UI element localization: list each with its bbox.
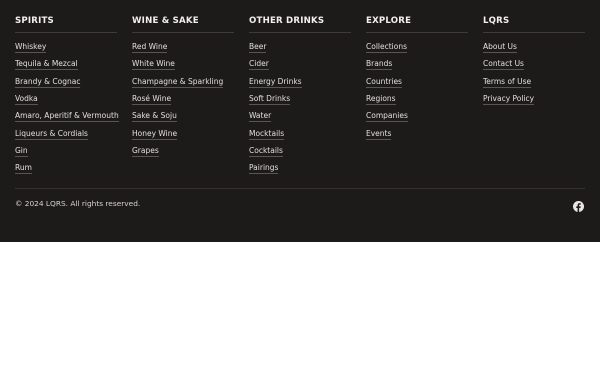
- copyright-text: © 2024 LQRS. All rights reserved.: [15, 199, 141, 208]
- footer-column-other-drinks: OTHER DRINKS Beer Cider Energy Drinks So…: [249, 16, 351, 177]
- footer-link-events[interactable]: Events: [366, 129, 392, 140]
- footer-link-honey-wine[interactable]: Honey Wine: [132, 129, 178, 140]
- footer-column-spirits: SPIRITS Whiskey Tequila & Mezcal Brandy …: [15, 16, 119, 177]
- facebook-icon-glyph: [573, 201, 584, 212]
- footer-link-liqueurs[interactable]: Liqueurs & Cordials: [15, 129, 88, 140]
- column-title: WINE & SAKE: [132, 16, 234, 33]
- footer-link-cocktails[interactable]: Cocktails: [249, 146, 283, 157]
- footer-column-lqrs: LQRS About Us Contact Us Terms of Use Pr…: [483, 16, 585, 177]
- footer-divider: [15, 188, 585, 189]
- footer-link-contact-us[interactable]: Contact Us: [483, 59, 524, 71]
- footer-link-sake-soju[interactable]: Sake & Soju: [132, 111, 177, 123]
- footer-link-mocktails[interactable]: Mocktails: [249, 129, 285, 140]
- column-title: OTHER DRINKS: [249, 16, 351, 33]
- footer-link-whiskey[interactable]: Whiskey: [15, 42, 47, 54]
- footer-link-pairings[interactable]: Pairings: [249, 163, 279, 175]
- footer-link-companies[interactable]: Companies: [366, 111, 408, 123]
- footer-link-amaro[interactable]: Amaro, Aperitif & Vermouth: [15, 111, 119, 123]
- footer-link-champagne[interactable]: Champagne & Sparkling: [132, 77, 224, 88]
- footer-link-soft-drinks[interactable]: Soft Drinks: [249, 94, 291, 106]
- footer-link-tequila-mezcal[interactable]: Tequila & Mezcal: [15, 59, 78, 71]
- footer-link-white-wine[interactable]: White Wine: [132, 59, 175, 71]
- footer-link-privacy-policy[interactable]: Privacy Policy: [483, 94, 535, 106]
- facebook-icon[interactable]: [573, 197, 584, 212]
- footer-link-vodka[interactable]: Vodka: [15, 94, 38, 106]
- footer-link-countries[interactable]: Countries: [366, 77, 402, 88]
- footer-column-wine-sake: WINE & SAKE Red Wine White Wine Champagn…: [132, 16, 234, 177]
- footer-column-explore: EXPLORE Collections Brands Countries Reg…: [366, 16, 468, 177]
- footer-link-rum[interactable]: Rum: [15, 163, 32, 175]
- footer-link-brands[interactable]: Brands: [366, 59, 393, 71]
- link-list: About Us Contact Us Terms of Use Privacy…: [483, 39, 585, 108]
- site-footer: SPIRITS Whiskey Tequila & Mezcal Brandy …: [0, 0, 600, 242]
- column-title: EXPLORE: [366, 16, 468, 33]
- footer-link-energy-drinks[interactable]: Energy Drinks: [249, 77, 302, 88]
- column-title: LQRS: [483, 16, 585, 33]
- link-list: Whiskey Tequila & Mezcal Brandy & Cognac…: [15, 39, 119, 177]
- footer-columns: SPIRITS Whiskey Tequila & Mezcal Brandy …: [15, 16, 585, 177]
- footer-link-rose-wine[interactable]: Rosé Wine: [132, 94, 172, 106]
- footer-link-brandy-cognac[interactable]: Brandy & Cognac: [15, 77, 81, 88]
- link-list: Beer Cider Energy Drinks Soft Drinks Wat…: [249, 39, 351, 177]
- link-list: Red Wine White Wine Champagne & Sparklin…: [132, 39, 234, 160]
- column-title: SPIRITS: [15, 16, 117, 33]
- link-list: Collections Brands Countries Regions Com…: [366, 39, 468, 143]
- footer-link-regions[interactable]: Regions: [366, 94, 396, 106]
- footer-link-cider[interactable]: Cider: [249, 59, 269, 71]
- footer-link-about-us[interactable]: About Us: [483, 42, 517, 54]
- footer-link-gin[interactable]: Gin: [15, 146, 28, 157]
- footer-link-red-wine[interactable]: Red Wine: [132, 42, 168, 54]
- footer-link-grapes[interactable]: Grapes: [132, 146, 159, 157]
- footer-link-water[interactable]: Water: [249, 111, 272, 123]
- footer-link-collections[interactable]: Collections: [366, 42, 408, 54]
- footer-link-terms-of-use[interactable]: Terms of Use: [483, 77, 532, 88]
- footer-link-beer[interactable]: Beer: [249, 42, 267, 54]
